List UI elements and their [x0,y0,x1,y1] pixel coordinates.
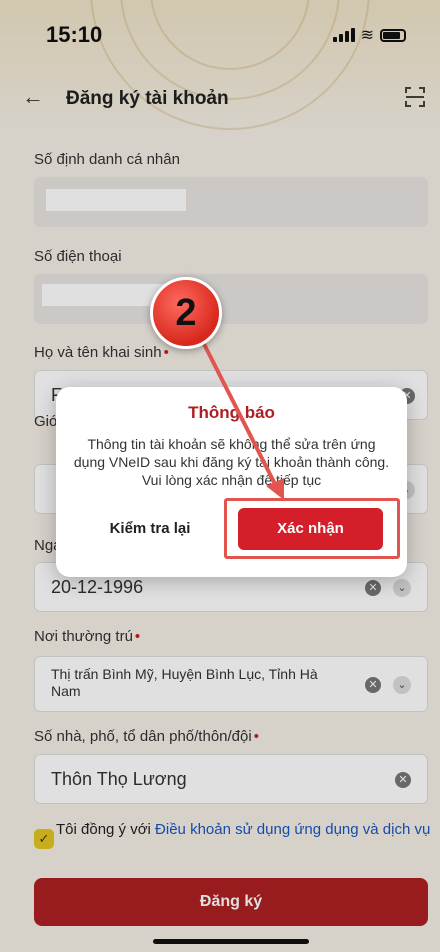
dialog-title: Thông báo [188,403,275,422]
highlight-box [224,498,400,559]
step-number-badge: 2 [150,277,222,349]
check-again-button[interactable]: Kiểm tra lại [78,508,222,550]
dialog-message: Thông tin tài khoản sẽ không thể sửa trê… [73,436,390,488]
